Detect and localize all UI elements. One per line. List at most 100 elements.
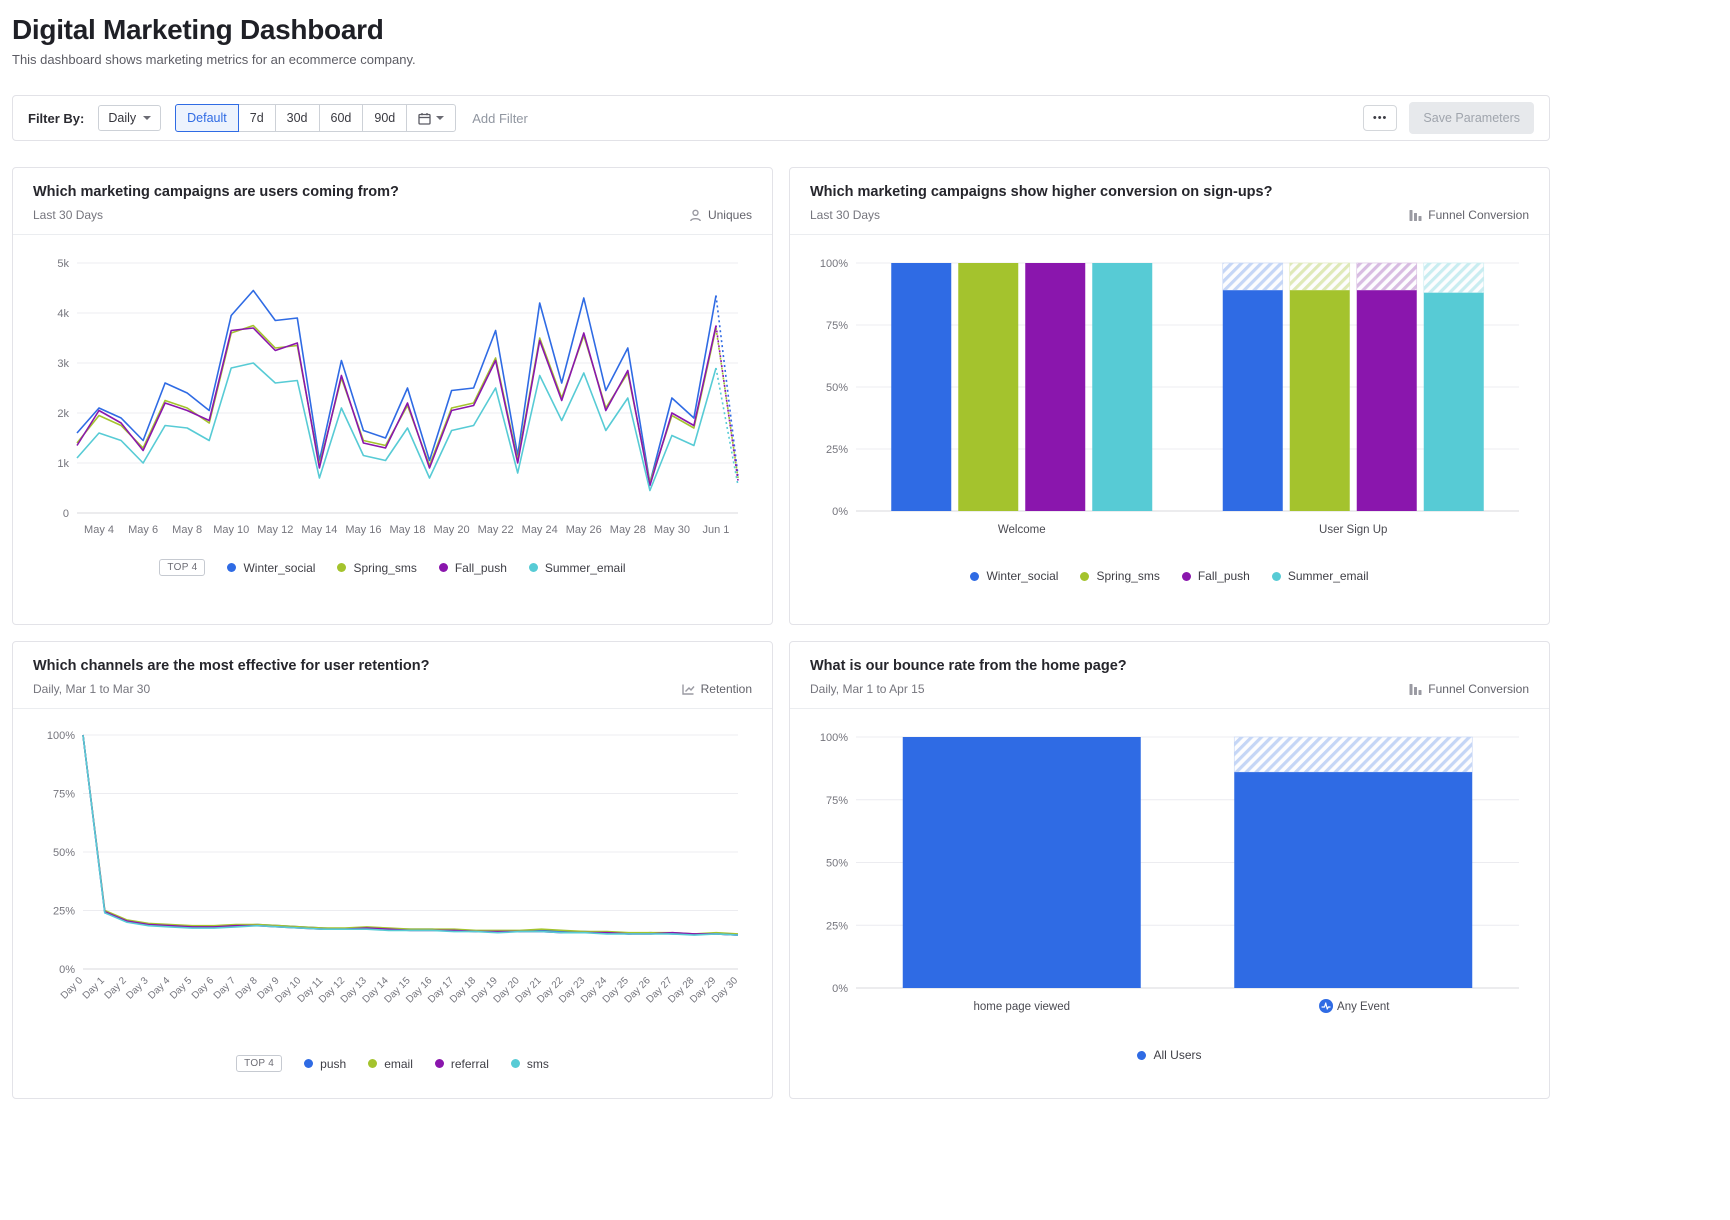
legend-label: sms xyxy=(527,1057,549,1071)
bar-remainder-Spring_sms xyxy=(1290,263,1350,290)
legend-dot xyxy=(435,1059,444,1068)
retention-line-chart[interactable]: 0%25%50%75%100%Day 0Day 1Day 2Day 3Day 4… xyxy=(31,723,754,1053)
range-button-90d[interactable]: 90d xyxy=(362,104,407,132)
legend-item-Spring_sms[interactable]: Spring_sms xyxy=(337,561,416,575)
line-referral[interactable] xyxy=(83,735,738,935)
bar-Spring_sms-Welcome[interactable] xyxy=(958,263,1018,511)
card-header: Which marketing campaigns are users comi… xyxy=(13,168,772,235)
signup-funnel-chart[interactable]: 0%25%50%75%100%WelcomeUser Sign Up xyxy=(808,249,1531,559)
bar-Summer_email-Welcome[interactable] xyxy=(1092,263,1152,511)
legend-item-push[interactable]: push xyxy=(304,1057,346,1071)
interval-dropdown[interactable]: Daily xyxy=(98,105,161,131)
y-tick-label: 0% xyxy=(832,506,848,518)
legend-label: Fall_push xyxy=(1198,569,1250,583)
chart-title: Which marketing campaigns show higher co… xyxy=(810,184,1272,200)
y-tick-label: 75% xyxy=(53,789,75,801)
x-tick-label: May 8 xyxy=(172,524,202,536)
x-tick-label: May 30 xyxy=(654,524,690,536)
bar-remainder-Fall_push xyxy=(1357,263,1417,290)
range-button-30d[interactable]: 30d xyxy=(275,104,320,132)
bar-All Users-Any Event[interactable] xyxy=(1234,772,1472,988)
y-tick-label: 1k xyxy=(57,458,69,470)
card-body: 01k2k3k4k5kMay 4May 6May 8May 10May 12Ma… xyxy=(13,235,772,576)
more-options-button[interactable]: ••• xyxy=(1363,105,1398,131)
chart-date-range: Last 30 Days xyxy=(810,208,1272,222)
x-tick-label: May 26 xyxy=(566,524,602,536)
bounce-funnel-chart[interactable]: 0%25%50%75%100%home page viewedAny Event xyxy=(808,723,1531,1038)
y-tick-label: 0% xyxy=(832,983,848,995)
legend-label: Summer_email xyxy=(545,561,626,575)
legend-item-Summer_email[interactable]: Summer_email xyxy=(529,561,626,575)
legend-label: push xyxy=(320,1057,346,1071)
chart-type-label: Funnel Conversion xyxy=(1409,208,1529,222)
y-tick-label: 75% xyxy=(826,795,848,807)
uniques-icon xyxy=(689,209,702,222)
y-tick-label: 50% xyxy=(53,847,75,859)
y-tick-label: 100% xyxy=(820,732,848,744)
legend-label: referral xyxy=(451,1057,489,1071)
range-button-7d[interactable]: 7d xyxy=(238,104,276,132)
chart-date-range: Daily, Mar 1 to Apr 15 xyxy=(810,682,1127,696)
cards-grid: Which marketing campaigns are users comi… xyxy=(12,167,1550,1139)
legend-label: Fall_push xyxy=(455,561,507,575)
x-tick-label: Day 0 xyxy=(59,975,86,1002)
legend-label: email xyxy=(384,1057,413,1071)
page-title: Digital Marketing Dashboard xyxy=(12,14,1550,46)
line-Winter_social-projected xyxy=(716,296,738,476)
save-parameters-button[interactable]: Save Parameters xyxy=(1409,102,1534,134)
legend-label: Spring_sms xyxy=(1096,569,1159,583)
line-Winter_social[interactable] xyxy=(77,291,716,484)
legend-item-email[interactable]: email xyxy=(368,1057,413,1071)
legend-item-Winter_social[interactable]: Winter_social xyxy=(970,569,1058,583)
chevron-down-icon xyxy=(143,116,151,120)
range-button-default[interactable]: Default xyxy=(175,104,239,132)
legend-item-All Users[interactable]: All Users xyxy=(1137,1048,1201,1062)
card-signup-conversion: Which marketing campaigns show higher co… xyxy=(789,167,1550,625)
legend-label: Winter_social xyxy=(243,561,315,575)
y-tick-label: 0% xyxy=(59,964,75,976)
campaigns-line-chart[interactable]: 01k2k3k4k5kMay 4May 6May 8May 10May 12Ma… xyxy=(31,249,754,549)
card-body: 0%25%50%75%100%Day 0Day 1Day 2Day 3Day 4… xyxy=(13,709,772,1072)
bar-Spring_sms-User Sign Up[interactable] xyxy=(1290,290,1350,511)
line-Fall_push[interactable] xyxy=(77,326,716,486)
legend-item-Fall_push[interactable]: Fall_push xyxy=(439,561,507,575)
bar-Summer_email-User Sign Up[interactable] xyxy=(1424,293,1484,511)
chart-title: Which channels are the most effective fo… xyxy=(33,658,429,674)
bar-All Users-home page viewed[interactable] xyxy=(903,737,1141,988)
legend-dot xyxy=(227,563,236,572)
chart-legend: All Users xyxy=(808,1048,1531,1062)
x-tick-label: May 14 xyxy=(301,524,337,536)
legend-item-Summer_email[interactable]: Summer_email xyxy=(1272,569,1369,583)
x-tick-label: Day 8 xyxy=(234,975,261,1002)
range-button-60d[interactable]: 60d xyxy=(319,104,364,132)
legend-dot xyxy=(304,1059,313,1068)
x-tick-label: Day 1 xyxy=(81,975,108,1002)
legend-item-referral[interactable]: referral xyxy=(435,1057,489,1071)
legend-dot xyxy=(1137,1051,1146,1060)
x-tick-label: May 4 xyxy=(84,524,114,536)
x-tick-label: Day 2 xyxy=(103,975,130,1002)
bar-Fall_push-Welcome[interactable] xyxy=(1025,263,1085,511)
custom-date-range-button[interactable] xyxy=(406,104,456,132)
legend-item-Fall_push[interactable]: Fall_push xyxy=(1182,569,1250,583)
chart-title: What is our bounce rate from the home pa… xyxy=(810,658,1127,674)
legend-item-Spring_sms[interactable]: Spring_sms xyxy=(1080,569,1159,583)
category-label: Welcome xyxy=(998,524,1046,536)
x-tick-label: May 20 xyxy=(434,524,470,536)
legend-item-Winter_social[interactable]: Winter_social xyxy=(227,561,315,575)
chart-date-range: Daily, Mar 1 to Mar 30 xyxy=(33,682,429,696)
bar-Winter_social-User Sign Up[interactable] xyxy=(1223,290,1283,511)
line-sms[interactable] xyxy=(83,735,738,935)
y-tick-label: 3k xyxy=(57,358,69,370)
x-tick-label: May 28 xyxy=(610,524,646,536)
add-filter-button[interactable]: Add Filter xyxy=(470,107,530,130)
legend-dot xyxy=(511,1059,520,1068)
bar-Winter_social-Welcome[interactable] xyxy=(891,263,951,511)
y-tick-label: 50% xyxy=(826,382,848,394)
legend-label: Summer_email xyxy=(1288,569,1369,583)
legend-item-sms[interactable]: sms xyxy=(511,1057,549,1071)
bar-Fall_push-User Sign Up[interactable] xyxy=(1357,290,1417,511)
line-Spring_sms[interactable] xyxy=(77,326,716,484)
line-push[interactable] xyxy=(83,735,738,935)
line-email[interactable] xyxy=(83,735,738,934)
